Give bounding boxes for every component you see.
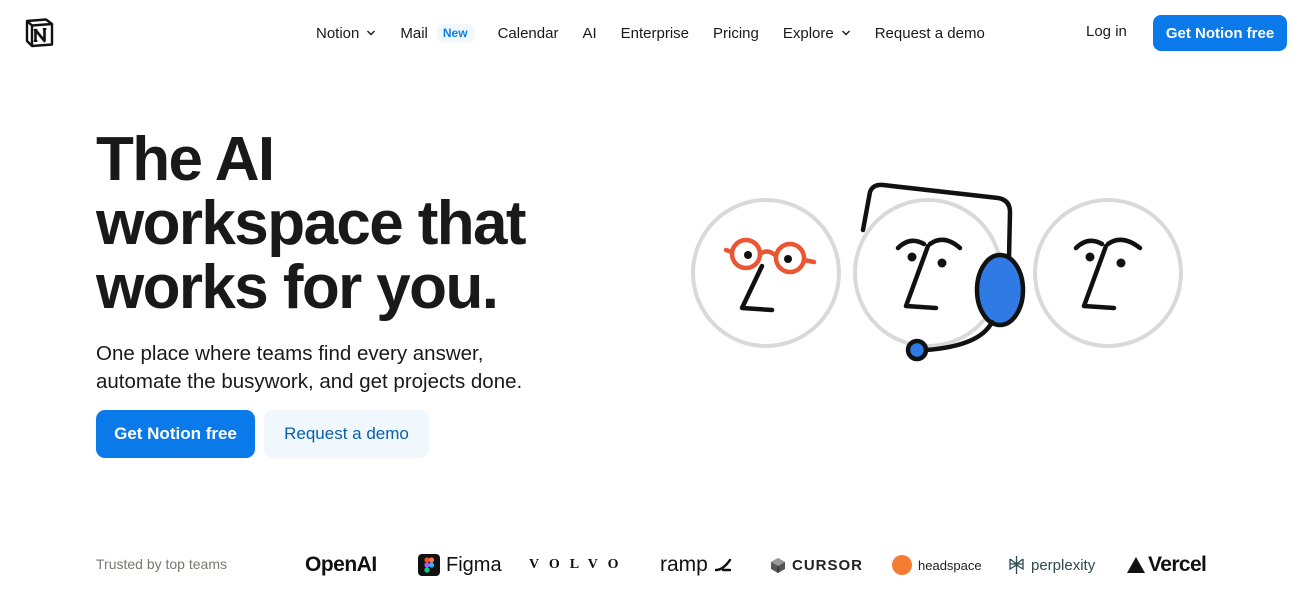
nav-item-calendar[interactable]: Calendar <box>486 22 571 45</box>
cursor-cube-icon <box>770 557 786 574</box>
nav-item-notion[interactable]: Notion <box>304 22 388 45</box>
figma-icon <box>418 554 440 576</box>
top-navigation: Notion Mail New Calendar AI Enterprise P… <box>0 0 1312 66</box>
nav-item-label: Mail <box>400 24 428 42</box>
vercel-wordmark: Vercel <box>1148 553 1207 576</box>
cursor-wordmark: CURSOR <box>792 556 864 574</box>
nav-item-enterprise[interactable]: Enterprise <box>609 22 701 45</box>
get-notion-free-button[interactable]: Get Notion free <box>96 410 255 458</box>
hero-title-line: workspace that <box>96 189 527 258</box>
nav-item-ai[interactable]: AI <box>570 22 608 45</box>
face-with-headset-icon <box>853 182 1026 362</box>
new-badge: New <box>436 24 474 42</box>
chevron-down-icon <box>367 30 376 36</box>
nav-item-label: Explore <box>782 24 834 42</box>
nav-item-request-demo[interactable]: Request a demo <box>863 22 997 45</box>
request-demo-button[interactable]: Request a demo <box>264 410 429 458</box>
trusted-by-label: Trusted by top teams <box>96 556 227 572</box>
nav-item-explore[interactable]: Explore <box>771 22 863 45</box>
vercel-logo: Vercel <box>1126 548 1207 582</box>
hero-subtitle: One place where teams find every answer,… <box>96 340 656 396</box>
hero-title-line: works for you. <box>96 253 499 322</box>
hero-title: The AI workspace that works for you. <box>96 128 616 320</box>
cursor-logo: CURSOR <box>770 548 863 582</box>
nav-item-label: Notion <box>316 24 360 42</box>
perplexity-logo: perplexity <box>1008 548 1095 582</box>
chevron-down-icon <box>841 30 850 36</box>
main-nav: Notion Mail New Calendar AI Enterprise P… <box>304 20 997 46</box>
face-with-glasses-icon <box>691 198 841 348</box>
headspace-wordmark: headspace <box>918 557 982 573</box>
face-icon <box>1033 198 1183 348</box>
get-notion-free-header-button[interactable]: Get Notion free <box>1153 15 1287 51</box>
hero-illustration <box>691 182 1183 362</box>
login-link[interactable]: Log in <box>1074 20 1139 43</box>
nav-item-label: Request a demo <box>874 24 985 42</box>
nav-item-label: Calendar <box>497 24 559 42</box>
headspace-logo: headspace <box>892 548 982 582</box>
nav-item-pricing[interactable]: Pricing <box>701 22 771 45</box>
figma-logo: Figma <box>418 548 502 582</box>
nav-item-label: Enterprise <box>620 24 689 42</box>
hero-subtitle-line: One place where teams find every answer, <box>96 342 484 365</box>
headspace-dot-icon <box>892 555 912 575</box>
ramp-wordmark: ramp <box>660 553 708 576</box>
nav-item-label: Pricing <box>713 24 759 42</box>
volvo-logo: VOLVO <box>529 557 629 572</box>
ramp-logo: ramp <box>660 548 732 582</box>
perplexity-wordmark: perplexity <box>1031 556 1096 574</box>
nav-item-label: AI <box>582 24 597 42</box>
nav-item-mail[interactable]: Mail New <box>388 21 485 45</box>
figma-wordmark: Figma <box>446 553 502 576</box>
hero-cta-group: Get Notion free Request a demo <box>96 410 429 458</box>
notion-logo-icon[interactable] <box>24 17 55 48</box>
openai-logo: OpenAI <box>305 553 377 576</box>
ramp-icon <box>714 556 732 574</box>
hero-title-line: The AI <box>96 125 275 194</box>
vercel-triangle-icon <box>1126 556 1146 574</box>
perplexity-icon <box>1008 555 1025 575</box>
hero-subtitle-line: automate the busywork, and get projects … <box>96 370 523 393</box>
